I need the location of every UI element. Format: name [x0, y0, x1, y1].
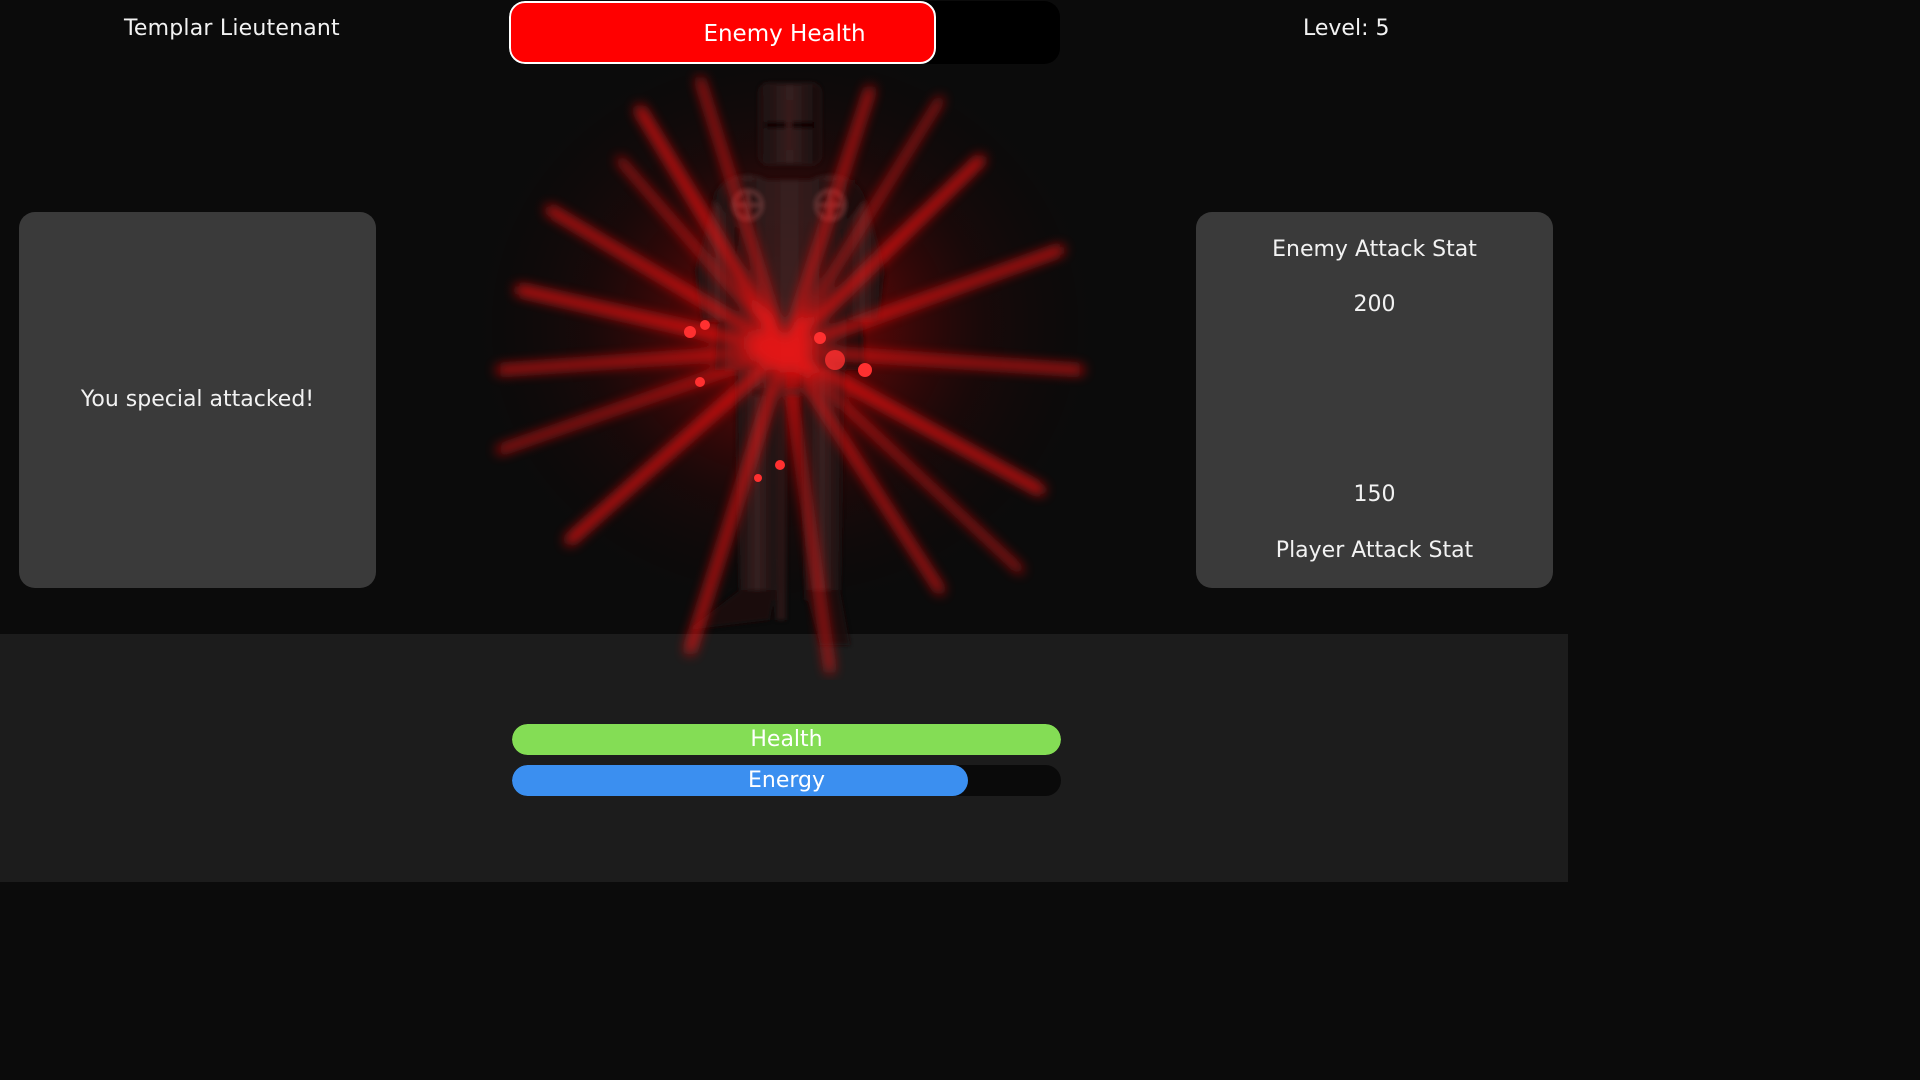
player-energy-bar: Energy [512, 765, 1061, 796]
enemy-sprite[interactable] [440, 70, 1130, 680]
battle-screen: Templar Lieutenant Enemy Health Level: 5… [0, 0, 1568, 882]
enemy-health-bar: Enemy Health [509, 1, 1060, 64]
player-health-bar: Health [512, 724, 1061, 755]
player-health-label: Health [750, 727, 823, 752]
enemy-health-label: Enemy Health [703, 21, 866, 47]
combat-log-message: You special attacked! [80, 387, 315, 412]
player-attack-stat-value: 150 [1353, 482, 1396, 507]
player-energy-label: Energy [747, 768, 826, 793]
enemy-name: Templar Lieutenant [124, 16, 340, 41]
combat-log-panel: You special attacked! [19, 212, 376, 588]
enemy-attack-stat-value: 200 [1353, 292, 1396, 317]
player-attack-stat-label: Player Attack Stat [1275, 538, 1474, 563]
enemy-attack-stat-label: Enemy Attack Stat [1272, 237, 1477, 262]
level-label: Level: 5 [1303, 16, 1390, 41]
attack-stats-panel: Enemy Attack Stat 200 150 Player Attack … [1196, 212, 1553, 588]
